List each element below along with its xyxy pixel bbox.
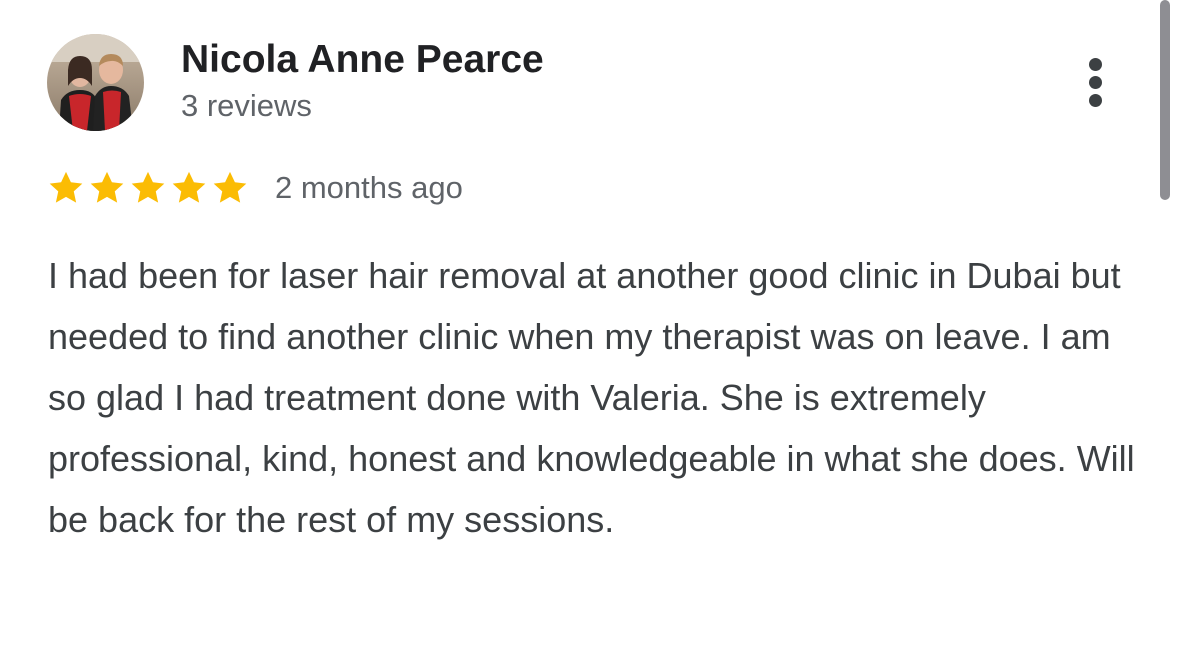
more-options-button[interactable] <box>1076 52 1116 114</box>
rating-row: 2 months ago <box>47 166 463 210</box>
star-icon <box>170 169 208 207</box>
avatar[interactable] <box>47 34 144 131</box>
star-icon <box>129 169 167 207</box>
star-icon <box>47 169 85 207</box>
star-icon <box>88 169 126 207</box>
more-vert-icon <box>1089 58 1102 71</box>
review-card: Nicola Anne Pearce 3 reviews 2 months ag… <box>0 0 1179 648</box>
star-icon <box>211 169 249 207</box>
more-vert-icon <box>1089 76 1102 89</box>
more-vert-icon <box>1089 94 1102 107</box>
author-name[interactable]: Nicola Anne Pearce <box>181 38 544 82</box>
review-count[interactable]: 3 reviews <box>181 88 312 124</box>
review-text: I had been for laser hair removal at ano… <box>48 255 1135 540</box>
scrollbar[interactable] <box>1160 0 1170 200</box>
star-rating <box>47 169 249 207</box>
review-date: 2 months ago <box>275 170 463 205</box>
